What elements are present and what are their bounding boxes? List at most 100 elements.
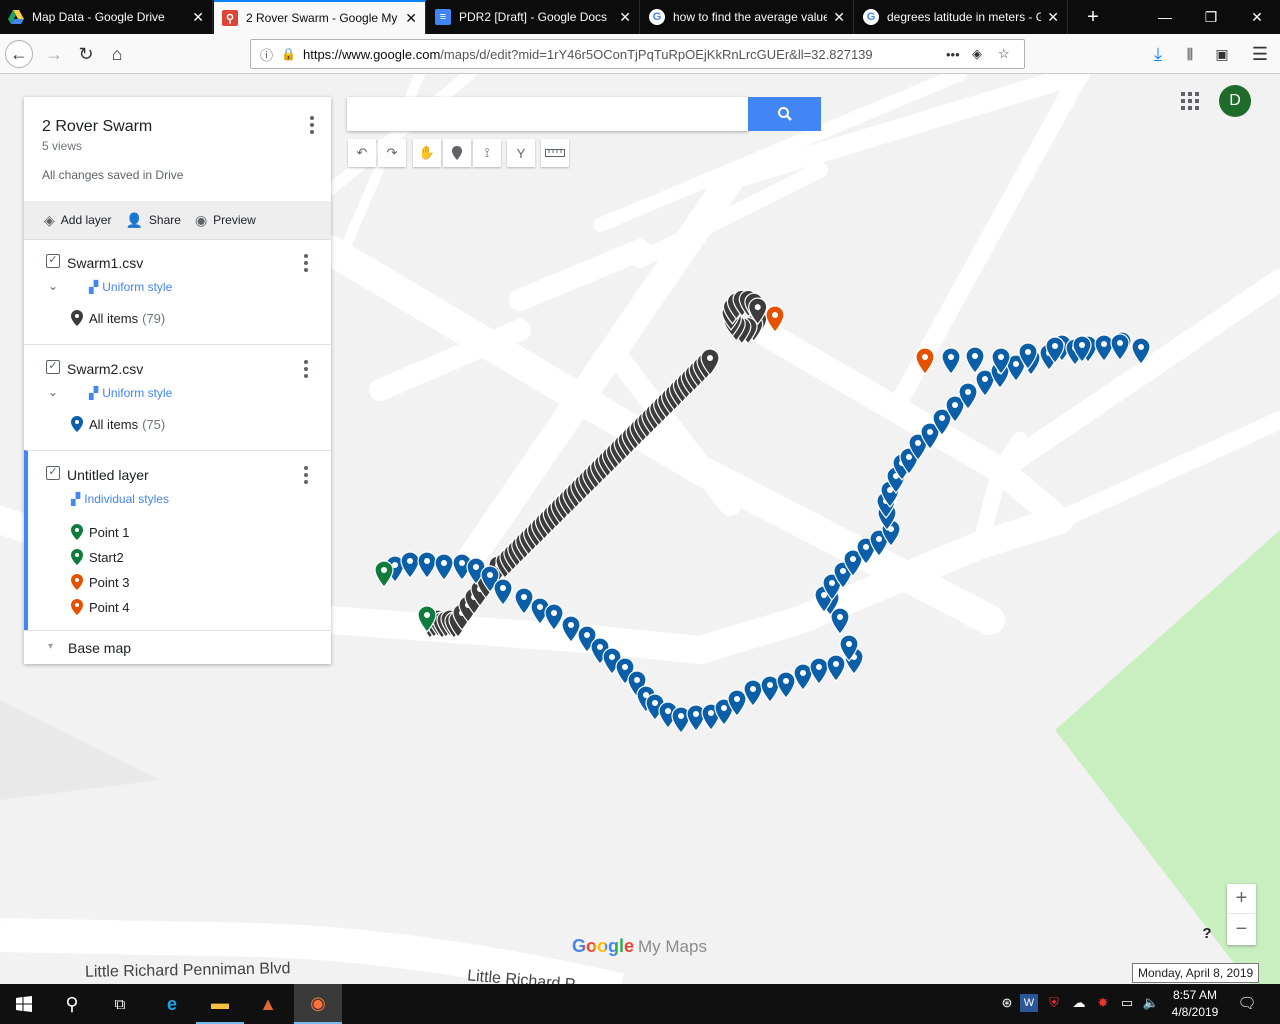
page-actions-icon[interactable]: •••	[946, 47, 972, 62]
account-avatar[interactable]: D	[1219, 85, 1251, 117]
info-icon[interactable]: ⓘ	[260, 45, 273, 64]
base-map-row[interactable]: ▾ Base map	[24, 630, 331, 664]
street-label: Little Richard Penniman Blvd	[84, 960, 291, 981]
map-search-input[interactable]	[347, 97, 749, 131]
tab-google-drive[interactable]: Map Data - Google Drive ✕	[0, 0, 213, 34]
google-logo-text: Google	[572, 936, 634, 956]
close-icon[interactable]: ✕	[619, 9, 631, 26]
browser-nav-bar: ← → ↻ ⌂ ⓘ 🔒 https://www.google.com/maps/…	[0, 34, 1280, 74]
add-layer-button[interactable]: ◈ Add layer	[44, 212, 111, 229]
all-items-row[interactable]: All items (79)	[71, 310, 165, 326]
onedrive-icon[interactable]: ☁	[1068, 992, 1090, 1014]
layer-style-link[interactable]: ▞ Individual styles	[71, 492, 169, 506]
draw-line-button[interactable]: ⟟	[473, 139, 501, 167]
layer-checkbox[interactable]: ✓	[46, 360, 60, 374]
map-title[interactable]: 2 Rover Swarm	[42, 118, 152, 136]
url-bar[interactable]: ⓘ 🔒 https://www.google.com/maps/d/edit?m…	[250, 39, 1025, 69]
map-options-icon[interactable]	[304, 115, 320, 135]
layer-checkbox[interactable]: ✓	[46, 466, 60, 480]
search-button[interactable]	[748, 97, 821, 131]
file-explorer-icon[interactable]: ▬	[196, 984, 244, 1024]
search-icon	[777, 107, 792, 121]
layer-options-icon[interactable]	[298, 465, 314, 485]
layer-name[interactable]: Swarm1.csv	[67, 255, 143, 271]
layer-checkbox[interactable]: ✓	[46, 254, 60, 268]
zoom-control: + −	[1227, 884, 1256, 945]
word-icon[interactable]: W	[1020, 994, 1038, 1012]
date-tooltip: Monday, April 8, 2019	[1132, 963, 1260, 983]
view-count: 5 views	[42, 139, 83, 153]
marker-icon	[71, 549, 83, 565]
pan-hand-button[interactable]: ✋	[413, 139, 441, 167]
firefox-icon[interactable]: ◉	[294, 984, 342, 1024]
minimize-button[interactable]: —	[1142, 0, 1188, 34]
layers-icon: ◈	[44, 211, 55, 228]
close-icon[interactable]: ✕	[1047, 9, 1059, 26]
point-item[interactable]: Point 1	[71, 524, 129, 540]
close-icon[interactable]: ✕	[405, 10, 417, 27]
layer-name[interactable]: Swarm2.csv	[67, 361, 143, 377]
downloads-icon[interactable]: ⤓	[1144, 40, 1172, 68]
system-clock[interactable]: 8:57 AM 4/8/2019	[1164, 987, 1226, 1021]
close-icon[interactable]: ✕	[833, 9, 845, 26]
action-center-icon[interactable]: 🗨	[1236, 992, 1258, 1014]
directions-button[interactable]: Y	[507, 139, 535, 167]
windows-taskbar: ⚲ ⧉ e ▬ ▲ ◉ ⊛ W ⛨ ☁ ✸ ▭ 🔈 8:57 AM 4/8/20…	[0, 984, 1280, 1024]
add-marker-button[interactable]	[443, 139, 471, 167]
layer-style-link[interactable]: ▞ Uniform style	[89, 386, 172, 400]
google-drive-icon	[8, 9, 24, 25]
internet-explorer-icon[interactable]: e	[148, 984, 196, 1024]
point-item[interactable]: Point 3	[71, 574, 129, 590]
tab-google-search-1[interactable]: G how to find the average value ✕	[641, 0, 854, 34]
volume-icon[interactable]: 🔈	[1140, 992, 1162, 1014]
point-item[interactable]: Point 4	[71, 599, 129, 615]
tab-google-search-2[interactable]: G degrees latitude in meters - Google ✕	[855, 0, 1068, 34]
back-button[interactable]: ←	[5, 40, 33, 68]
layer-name[interactable]: Untitled layer	[67, 467, 149, 483]
task-view-icon[interactable]: ⧉	[96, 984, 144, 1024]
tab-my-maps[interactable]: ⚲ 2 Rover Swarm - Google My Maps ✕	[214, 0, 426, 34]
google-icon: G	[863, 9, 879, 25]
zoom-out-button[interactable]: −	[1227, 914, 1256, 944]
chevron-down-icon[interactable]: ⌄	[48, 385, 58, 399]
measure-button[interactable]	[541, 139, 569, 167]
search-icon[interactable]: ⚲	[48, 984, 96, 1024]
undo-button[interactable]: ↶	[348, 139, 376, 167]
help-button[interactable]: ?	[1197, 925, 1217, 945]
menu-icon[interactable]: ☰	[1246, 40, 1274, 68]
zoom-in-button[interactable]: +	[1227, 884, 1256, 914]
chevron-down-icon[interactable]: ▾	[48, 641, 53, 652]
panel-actions: ◈ Add layer 👤 Share ◉ Preview	[24, 201, 331, 239]
close-icon[interactable]: ✕	[192, 9, 204, 26]
matlab-icon[interactable]: ▲	[244, 984, 292, 1024]
marker-icon	[71, 574, 83, 590]
layer-options-icon[interactable]	[298, 253, 314, 273]
layer-options-icon[interactable]	[298, 359, 314, 379]
google-docs-icon: ≡	[435, 9, 451, 25]
close-window-button[interactable]: ✕	[1234, 0, 1280, 34]
chevron-down-icon[interactable]: ⌄	[48, 279, 58, 293]
tray-app-icon[interactable]: ⊛	[996, 992, 1018, 1014]
bookmark-star-icon[interactable]: ☆	[998, 46, 1024, 62]
forward-button[interactable]: →	[40, 40, 68, 68]
new-tab-button[interactable]: +	[1070, 0, 1116, 34]
home-button[interactable]: ⌂	[103, 40, 131, 68]
redo-button[interactable]: ↷	[378, 139, 406, 167]
security-shield-icon[interactable]: ⛨	[1043, 992, 1065, 1014]
tray-app-icon[interactable]: ✸	[1092, 992, 1114, 1014]
restore-button[interactable]: ❐	[1188, 0, 1234, 34]
share-button[interactable]: 👤 Share	[125, 212, 180, 229]
sidebar-icon[interactable]: ▣	[1208, 40, 1236, 68]
preview-button[interactable]: ◉ Preview	[195, 212, 256, 229]
all-items-row[interactable]: All items (75)	[71, 416, 165, 432]
pocket-icon[interactable]: ◈	[972, 46, 998, 62]
google-apps-icon[interactable]	[1181, 92, 1199, 110]
start-button[interactable]	[0, 984, 48, 1024]
network-icon[interactable]: ▭	[1116, 992, 1138, 1014]
layer-style-link[interactable]: ▞ Uniform style	[89, 280, 172, 294]
point-item[interactable]: Start2	[71, 549, 124, 565]
tab-google-docs[interactable]: ≡ PDR2 [Draft] - Google Docs ✕	[427, 0, 640, 34]
reload-button[interactable]: ↻	[72, 40, 100, 68]
add-person-icon: 👤	[125, 211, 143, 228]
library-icon[interactable]: ⫼	[1176, 40, 1204, 68]
